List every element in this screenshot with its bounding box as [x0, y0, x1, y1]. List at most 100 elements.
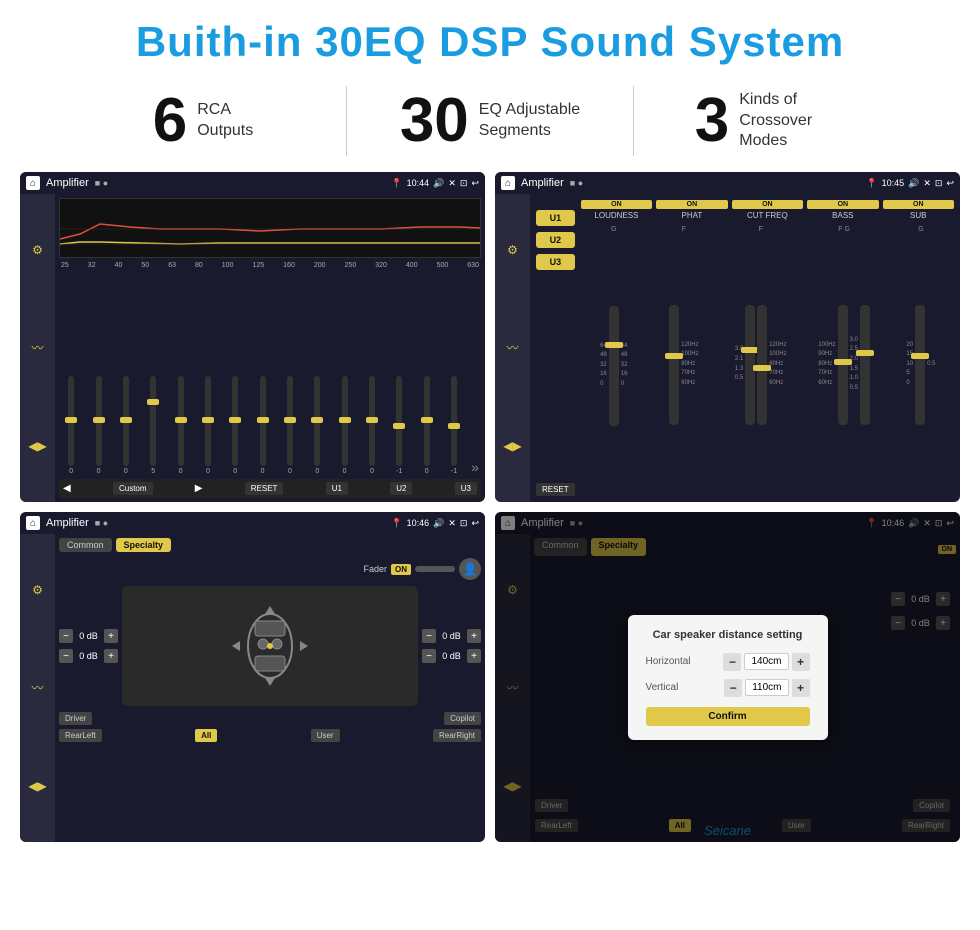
dialog-vertical-minus[interactable]: − — [724, 679, 742, 697]
crossover-u1[interactable]: U1 — [536, 210, 575, 226]
slider-thumb-3[interactable] — [120, 417, 132, 423]
slider-thumb-4[interactable] — [147, 399, 159, 405]
speaker1-icon-1[interactable]: ⚙ — [32, 583, 43, 597]
fader-on[interactable]: ON — [391, 564, 411, 575]
slider-thumb-11[interactable] — [339, 417, 351, 423]
eq-u1-btn[interactable]: U1 — [326, 482, 348, 495]
eq-sliders: 0 0 0 5 0 — [59, 271, 481, 479]
pos-rearleft[interactable]: RearLeft — [59, 729, 102, 742]
slider-thumb-7[interactable] — [229, 417, 241, 423]
speaker1-home-icon[interactable] — [26, 516, 40, 530]
loudness-thumb[interactable] — [605, 342, 623, 348]
eq-expand-arrows[interactable]: » — [469, 459, 481, 475]
eq-icon-1[interactable]: ⚙ — [32, 243, 43, 257]
eq-icon-3[interactable]: ◀▶ — [28, 439, 46, 453]
speaker1-minus-3[interactable]: − — [422, 629, 436, 643]
confirm-button[interactable]: Confirm — [646, 707, 810, 726]
sub-slider[interactable] — [915, 305, 925, 425]
phat-on[interactable]: ON — [656, 200, 727, 209]
slider-thumb-15[interactable] — [448, 423, 460, 429]
slider-track-14[interactable] — [424, 376, 430, 466]
slider-thumb-8[interactable] — [257, 417, 269, 423]
pos-rearright[interactable]: RearRight — [433, 729, 481, 742]
pos-copilot[interactable]: Copilot — [444, 712, 481, 725]
slider-track-2[interactable] — [96, 376, 102, 466]
pos-all[interactable]: All — [195, 729, 217, 742]
speaker1-plus-4[interactable]: + — [467, 649, 481, 663]
slider-thumb-9[interactable] — [284, 417, 296, 423]
slider-thumb-14[interactable] — [421, 417, 433, 423]
slider-thumb-12[interactable] — [366, 417, 378, 423]
slider-track-9[interactable] — [287, 376, 293, 466]
slider-track-3[interactable] — [123, 376, 129, 466]
slider-track-6[interactable] — [205, 376, 211, 466]
speaker1-db-left-1: − 0 dB + — [59, 629, 118, 643]
speaker1-tab-specialty[interactable]: Specialty — [116, 538, 172, 552]
slider-track-11[interactable] — [342, 376, 348, 466]
speaker1-plus-2[interactable]: + — [104, 649, 118, 663]
slider-track-13[interactable] — [396, 376, 402, 466]
speaker1-minus-4[interactable]: − — [422, 649, 436, 663]
eq-reset-btn[interactable]: RESET — [245, 482, 284, 495]
slider-track-15[interactable] — [451, 376, 457, 466]
speaker1-plus-1[interactable]: + — [104, 629, 118, 643]
slider-track-8[interactable] — [260, 376, 266, 466]
slider-track-1[interactable] — [68, 376, 74, 466]
slider-thumb-1[interactable] — [65, 417, 77, 423]
slider-7: 0 — [223, 376, 247, 475]
loudness-slider[interactable] — [609, 306, 619, 426]
eq-u3-btn[interactable]: U3 — [455, 482, 477, 495]
eq-icon-2[interactable]: 〰 — [31, 339, 43, 356]
crossover-reset-btn[interactable]: RESET — [536, 483, 575, 496]
eq-next-btn[interactable]: ▶ — [195, 483, 203, 494]
speaker1-plus-3[interactable]: + — [467, 629, 481, 643]
dialog-horizontal-plus[interactable]: + — [792, 653, 810, 671]
phat-thumb[interactable] — [665, 353, 683, 359]
crossover-home-icon[interactable] — [501, 176, 515, 190]
slider-track-7[interactable] — [232, 376, 238, 466]
fader-slider[interactable] — [415, 566, 455, 572]
crossover-u2[interactable]: U2 — [536, 232, 575, 248]
speaker1-title: Amplifier — [46, 517, 89, 529]
cutfreq-slider-group: F 3.02.11.30.5 120Hz100Hz80Hz70Hz60Hz — [721, 226, 800, 496]
bass-on[interactable]: ON — [807, 200, 878, 209]
cutfreq-slider2[interactable] — [757, 305, 767, 425]
eq-prev-btn[interactable]: ◀ — [63, 483, 71, 494]
crossover-icon-3[interactable]: ◀▶ — [503, 439, 521, 453]
dialog-overlay: Car speaker distance setting Horizontal … — [495, 512, 960, 842]
pos-driver[interactable]: Driver — [59, 712, 92, 725]
slider-thumb-5[interactable] — [175, 417, 187, 423]
speaker1-icon-3[interactable]: ◀▶ — [28, 779, 46, 793]
bass-slider1[interactable] — [838, 305, 848, 425]
eq-custom-btn[interactable]: Custom — [113, 482, 153, 495]
speaker1-status-bar: Amplifier ■ ● 📍 10:46 🔊 ✕ ⊡ ↩ — [20, 512, 485, 534]
slider-track-5[interactable] — [178, 376, 184, 466]
slider-track-10[interactable] — [314, 376, 320, 466]
phat-slider[interactable] — [669, 305, 679, 425]
home-icon[interactable] — [26, 176, 40, 190]
slider-track-4[interactable] — [150, 376, 156, 466]
speaker1-minus-1[interactable]: − — [59, 629, 73, 643]
crossover-icon-2[interactable]: 〰 — [506, 339, 518, 356]
pos-user[interactable]: User — [311, 729, 340, 742]
sub-on[interactable]: ON — [883, 200, 954, 209]
slider-thumb-10[interactable] — [311, 417, 323, 423]
dialog-vertical-plus[interactable]: + — [792, 679, 810, 697]
page-title: Buith-in 30EQ DSP Sound System — [0, 18, 980, 66]
dialog-horizontal-minus[interactable]: − — [723, 653, 741, 671]
speaker1-icon-2[interactable]: 〰 — [31, 679, 43, 696]
slider-thumb-13[interactable] — [393, 423, 405, 429]
slider-thumb-6[interactable] — [202, 417, 214, 423]
eq-u2-btn[interactable]: U2 — [390, 482, 412, 495]
speaker1-tab-common[interactable]: Common — [59, 538, 112, 552]
loudness-on[interactable]: ON — [581, 200, 652, 209]
cutfreq-on[interactable]: ON — [732, 200, 803, 209]
eq-content: ⚙ 〰 ◀▶ — [20, 194, 485, 502]
crossover-icon-1[interactable]: ⚙ — [507, 243, 518, 257]
speaker1-minus-2[interactable]: − — [59, 649, 73, 663]
crossover-u3[interactable]: U3 — [536, 254, 575, 270]
user-avatar[interactable]: 👤 — [459, 558, 481, 580]
slider-track-12[interactable] — [369, 376, 375, 466]
bass-slider2[interactable] — [860, 305, 870, 425]
slider-thumb-2[interactable] — [93, 417, 105, 423]
